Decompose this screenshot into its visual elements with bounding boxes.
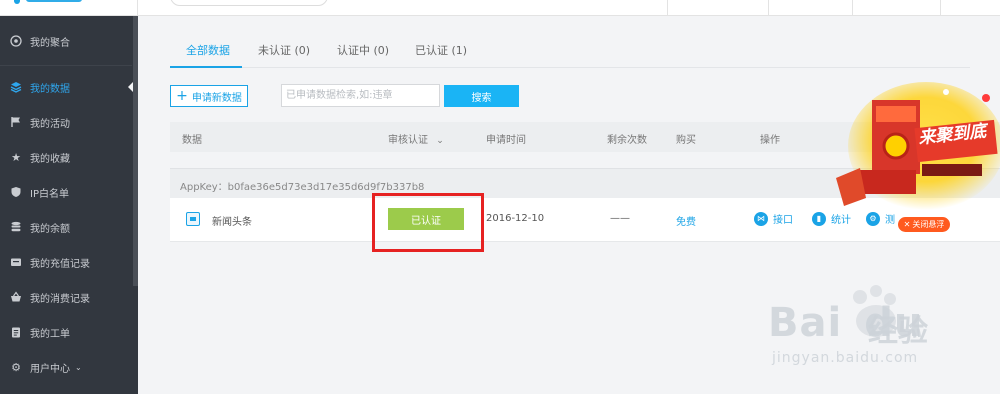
column-header-review[interactable]: 审核认证 ⌄ xyxy=(388,131,444,146)
sidebar-item-label: 用户中心 xyxy=(30,363,70,375)
top-search-input[interactable] xyxy=(170,0,328,6)
plus-icon: + xyxy=(176,88,188,104)
sidebar-item-aggregate[interactable]: 我的聚合 xyxy=(0,24,132,58)
bar-chart-icon: ▮ xyxy=(812,211,826,226)
sidebar-item-recharge-records[interactable]: 我的充值记录 xyxy=(0,245,132,279)
divider xyxy=(667,0,668,16)
basket-icon xyxy=(10,291,22,303)
tab-uncertified[interactable]: 未认证 (0) xyxy=(258,42,310,58)
apply-new-data-button[interactable]: + 申请新数据 xyxy=(170,85,248,107)
sidebar-item-label: 我的收藏 xyxy=(30,153,70,165)
appkey-text: AppKey：b0fae36e5d73e3d17e35d6d9f7b337b8 xyxy=(180,182,425,193)
column-header-apply-time: 申请时间 xyxy=(486,135,526,146)
divider xyxy=(0,65,132,66)
data-search-input[interactable] xyxy=(281,84,440,107)
highlight-annotation xyxy=(372,193,484,252)
search-button[interactable]: 搜索 xyxy=(444,85,519,107)
remaining-count-cell: —— xyxy=(610,213,630,224)
divider xyxy=(852,0,853,16)
column-header-data: 数据 xyxy=(182,135,202,146)
sidebar-item-label: 我的聚合 xyxy=(30,37,70,49)
chevron-down-icon: ⌄ xyxy=(75,362,82,372)
site-logo[interactable] xyxy=(14,0,82,6)
gear-icon: ⚙ xyxy=(11,360,21,374)
watermark-url: jingyan.baidu.com xyxy=(772,350,919,366)
sidebar-item-tickets[interactable]: 我的工单 xyxy=(0,315,132,349)
sidebar-item-balance[interactable]: 我的余额 xyxy=(0,210,132,244)
divider xyxy=(940,0,941,16)
star-icon: ★ xyxy=(11,150,21,164)
close-icon: ✕ xyxy=(903,220,911,229)
divider xyxy=(137,0,138,16)
sidebar-item-label: 我的余额 xyxy=(30,223,70,235)
tab-certifying[interactable]: 认证中 (0) xyxy=(337,42,389,58)
sidebar-item-label: IP白名单 xyxy=(30,188,69,200)
column-header-remaining: 剩余次数 xyxy=(607,135,647,146)
clipboard-icon xyxy=(10,326,22,338)
database-icon xyxy=(10,221,22,233)
shield-icon xyxy=(10,186,22,198)
apply-new-data-label: 申请新数据 xyxy=(191,92,242,104)
apply-date-cell: 2016-12-10 xyxy=(486,213,545,224)
sidebar-item-ip-whitelist[interactable]: IP白名单 xyxy=(0,175,132,209)
column-header-purchase: 购买 xyxy=(676,135,696,146)
sidebar-item-activities[interactable]: 我的活动 xyxy=(0,105,132,139)
tab-certified[interactable]: 已认证 (1) xyxy=(415,42,467,58)
tab-all-data[interactable]: 全部数据 xyxy=(186,42,230,58)
news-icon xyxy=(186,212,200,226)
sidebar-item-favorites[interactable]: ★ 我的收藏 xyxy=(0,140,132,174)
sidebar-item-user-center[interactable]: ⚙ 用户中心 ⌄ xyxy=(0,350,132,384)
purchase-free-link[interactable]: 免费 xyxy=(676,213,696,228)
column-header-actions: 操作 xyxy=(760,135,780,146)
sidebar: 我的聚合 我的数据 我的活动 ★ 我的收藏 IP白名单 我的余额 我的充值记录 … xyxy=(0,16,138,394)
layers-icon xyxy=(10,81,22,93)
active-indicator xyxy=(128,82,133,92)
sidebar-item-consumption-records[interactable]: 我的消费记录 xyxy=(0,280,132,314)
active-tab-underline xyxy=(170,66,242,68)
settings-circle-icon xyxy=(10,35,22,47)
divider xyxy=(768,0,769,16)
promo-banner[interactable]: 来聚到底 xyxy=(826,78,1000,218)
sidebar-item-label: 我的数据 xyxy=(30,83,70,95)
sidebar-item-label: 我的活动 xyxy=(30,118,70,130)
api-link[interactable]: ⋈ 接口 xyxy=(754,211,793,226)
chevron-down-icon: ⌄ xyxy=(436,136,444,146)
sidebar-item-label: 我的充值记录 xyxy=(30,258,90,270)
watermark-cn: 经验 xyxy=(868,314,928,349)
flag-icon xyxy=(10,116,22,128)
sidebar-item-label: 我的工单 xyxy=(30,328,70,340)
close-float-button[interactable]: ✕ 关闭悬浮 xyxy=(898,217,950,232)
data-name-cell[interactable]: 新闻头条 xyxy=(212,213,252,228)
wallet-icon xyxy=(10,256,22,268)
filter-tabs: 全部数据 未认证 (0) 认证中 (0) 已认证 (1) xyxy=(170,36,970,68)
share-icon: ⋈ xyxy=(754,211,768,226)
sidebar-item-label: 我的消费记录 xyxy=(30,293,90,305)
sidebar-scrollbar[interactable] xyxy=(133,16,138,286)
top-bar xyxy=(0,0,1000,16)
sidebar-item-my-data[interactable]: 我的数据 xyxy=(0,70,133,104)
